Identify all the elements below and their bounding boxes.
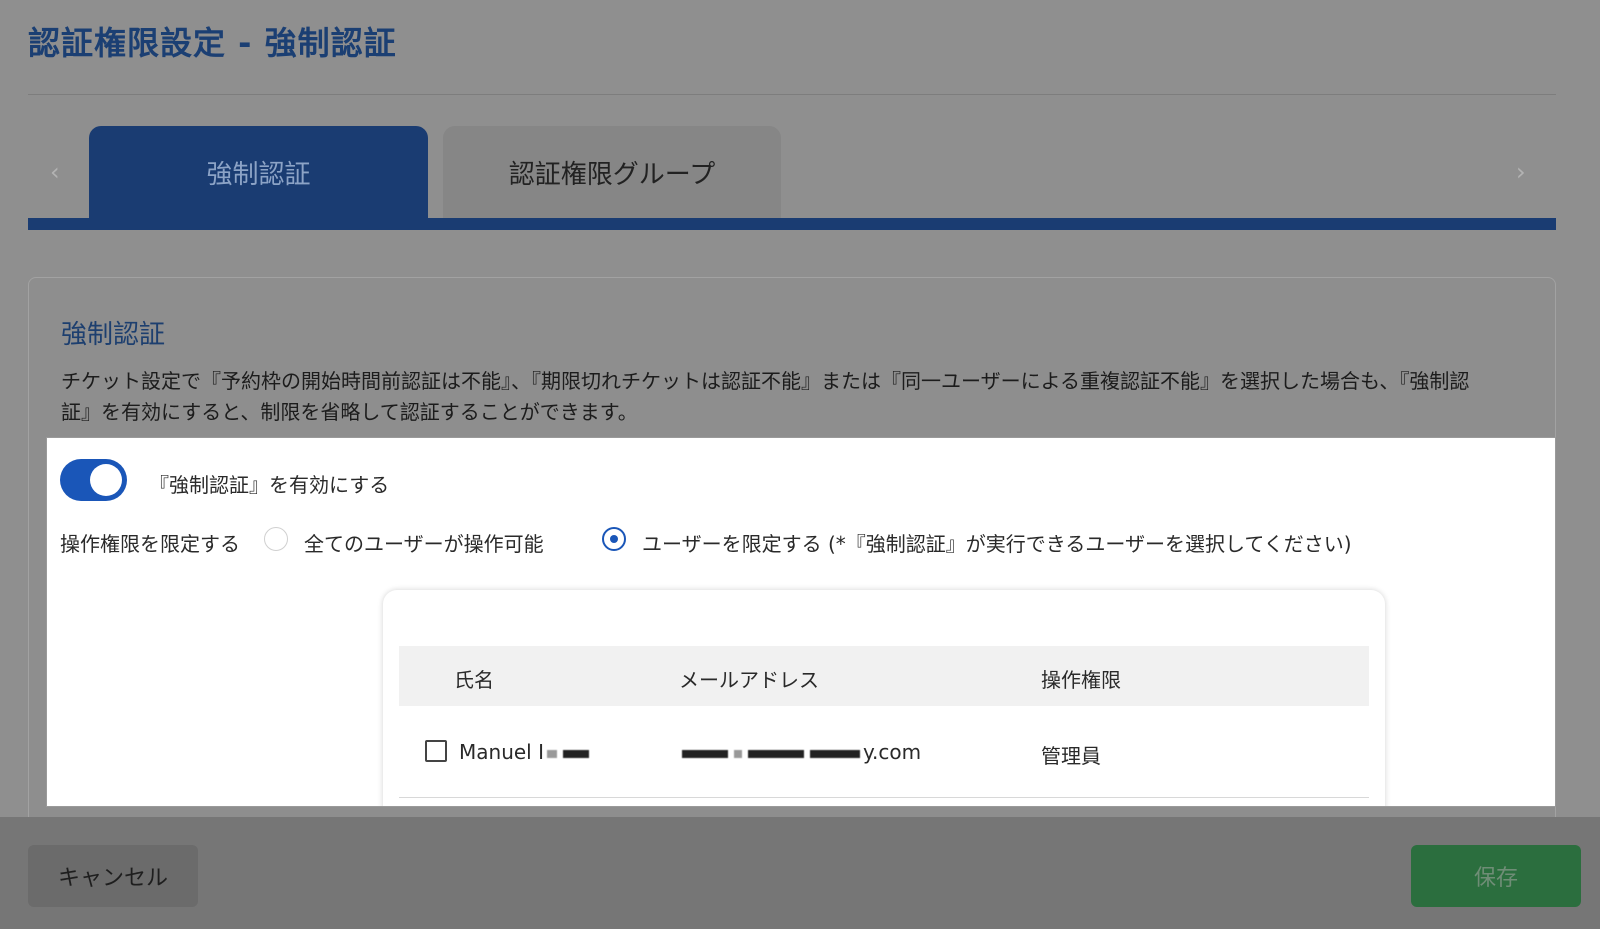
column-header-permission: 操作権限 <box>1041 668 1121 692</box>
column-header-name: 氏名 <box>454 668 494 692</box>
user-name: Manuel I <box>459 740 592 764</box>
redacted-name <box>546 749 557 758</box>
forced-auth-toggle[interactable] <box>60 459 127 501</box>
tab-next-arrow-icon[interactable]: › <box>1516 158 1526 186</box>
page-title: 認証権限設定 - 強制認証 <box>28 24 397 62</box>
redacted-email <box>734 749 742 758</box>
table-row: Manuel I y.com 管理員 <box>399 706 1369 798</box>
tab-prev-arrow-icon[interactable]: ‹ <box>50 158 60 186</box>
row-checkbox[interactable] <box>425 740 447 762</box>
radio-limit-users-label[interactable]: ユーザーを限定する (*『強制認証』が実行できるユーザーを選択してください) <box>642 528 1352 557</box>
redacted-name <box>562 749 589 758</box>
permission-limit-label: 操作権限を限定する <box>60 532 240 556</box>
toggle-label: 『強制認証』を有効にする <box>149 473 390 497</box>
radio-all-users-label[interactable]: 全てのユーザーが操作可能 <box>304 528 544 557</box>
section-description: チケット設定で『予約枠の開始時間前認証は不能』、『期限切れチケットは認証不能』ま… <box>61 369 1470 424</box>
redacted-email <box>682 749 728 758</box>
user-name-text: Manuel I <box>459 740 544 764</box>
table-header: 氏名 メールアドレス 操作権限 <box>399 646 1369 706</box>
radio-all-users[interactable] <box>264 527 288 551</box>
redacted-email <box>810 749 860 758</box>
settings-panel: 『強制認証』を有効にする 操作権限を限定する 全てのユーザーが操作可能 ユーザー… <box>46 437 1556 807</box>
email-suffix: y.com <box>863 740 922 764</box>
save-button[interactable]: 保存 <box>1411 845 1581 907</box>
column-header-email: メールアドレス <box>679 668 819 692</box>
user-table-card: 氏名 メールアドレス 操作権限 Manuel I y.com 管理員 <box>383 590 1385 806</box>
user-email: y.com <box>679 740 921 764</box>
title-divider <box>28 94 1556 95</box>
footer-bar: キャンセル 保存 <box>0 817 1600 929</box>
user-permission: 管理員 <box>1041 744 1101 768</box>
section-title: 強制認証 <box>61 320 166 350</box>
toggle-knob <box>90 464 122 496</box>
radio-limit-users[interactable] <box>602 527 626 551</box>
cancel-button[interactable]: キャンセル <box>28 845 198 907</box>
tab-forced-auth[interactable]: 強制認証 <box>89 126 428 218</box>
redacted-email <box>748 749 804 758</box>
tab-auth-permission-group[interactable]: 認証権限グループ <box>443 126 781 218</box>
tab-underline <box>28 218 1556 230</box>
